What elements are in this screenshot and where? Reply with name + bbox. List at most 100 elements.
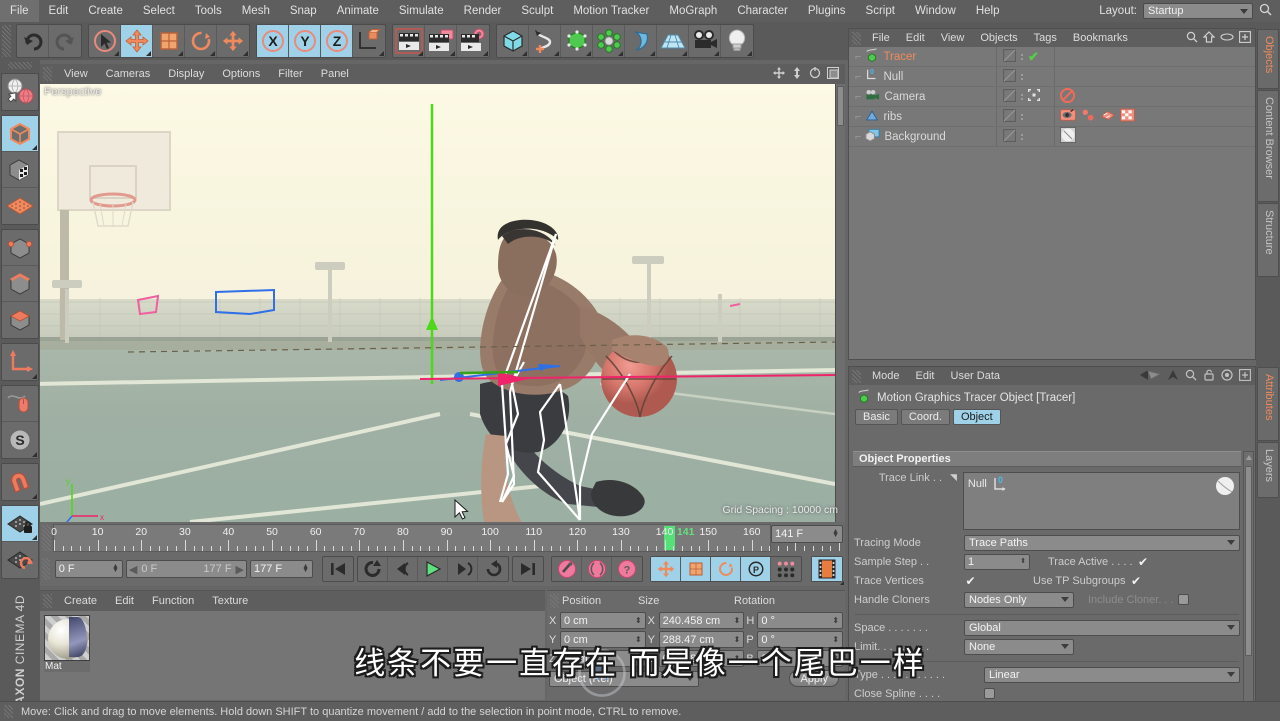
object-name-cell[interactable]: ⌐ ribs [849,107,997,126]
menu-item-help[interactable]: Help [966,0,1010,22]
world-object-axis-button[interactable] [353,25,385,57]
material-menu-texture[interactable]: Texture [203,591,257,611]
position-x-field[interactable]: 0 cm ⬍ [560,612,646,629]
move-axis-button[interactable] [217,25,249,57]
record-active-objects-button[interactable] [552,557,582,581]
spinner-icon[interactable]: ▲ ▼ [832,528,839,539]
menu-item-tools[interactable]: Tools [185,0,232,22]
lock-workplane-button[interactable] [2,506,38,542]
spinner-icon[interactable]: ⬍ [734,635,741,644]
dock-tab-objects[interactable]: Objects [1257,29,1279,89]
viewport-grip[interactable] [43,67,52,81]
transform-gizmo[interactable]: y x z [40,84,835,522]
attribute-scrollbar[interactable] [1243,451,1254,715]
material-menu-edit[interactable]: Edit [106,591,143,611]
object-row-ribs[interactable]: ⌐ ribs [849,107,1255,127]
back-icon[interactable] [1139,369,1162,384]
object-tags-cell[interactable] [1055,126,1255,146]
spinner-icon[interactable]: ⬍ [832,635,839,644]
maximize-view-icon[interactable] [827,66,839,82]
key-rotation-toggle[interactable] [711,557,741,581]
redo-button[interactable] [49,25,81,57]
workplane-button[interactable] [2,188,38,224]
drag-handle-icon[interactable]: ◥ [950,472,957,483]
range-left-arrow-icon[interactable]: ◀ [129,563,137,576]
visibility-dots-icon[interactable] [1021,73,1023,80]
visibility-toggle-icon[interactable] [1003,88,1016,105]
edges-mode-button[interactable] [2,266,38,302]
trace-link-field[interactable]: Null 0 [962,472,1240,530]
z-axis-lock-button[interactable]: Z [321,25,353,57]
display-tag-icon[interactable] [1060,108,1076,125]
step-forward-button[interactable] [448,557,478,581]
render-picture-viewer-button[interactable] [425,25,457,57]
rotate-tool-button[interactable] [185,25,217,57]
visibility-dots-icon[interactable] [1021,93,1023,100]
x-axis-lock-button[interactable]: X [257,25,289,57]
current-frame-field[interactable]: 141 F ▲ ▼ [771,525,843,543]
viewport-scrollbar[interactable] [835,84,845,522]
points-mode-button[interactable] [2,230,38,266]
menu-item-window[interactable]: Window [905,0,966,22]
y-axis-lock-button[interactable]: Y [289,25,321,57]
menu-item-select[interactable]: Select [133,0,185,22]
pan-icon[interactable] [773,66,785,82]
spinner-icon[interactable]: ▲ ▼ [302,563,309,574]
menu-item-sculpt[interactable]: Sculpt [511,0,563,22]
viewport-canvas[interactable]: Perspective y x Grid Spacing: 10000 cm [40,84,845,522]
spinner-icon[interactable]: ⬍ [734,616,741,625]
visibility-dots-icon[interactable] [1021,53,1023,60]
scale-tool-button[interactable] [153,25,185,57]
polygons-mode-button[interactable] [2,302,38,338]
menu-item-motion-tracker[interactable]: Motion Tracker [563,0,659,22]
use-tp-subgroups-checkbox[interactable]: ✔ [1130,574,1143,588]
render-view-button[interactable] [393,25,425,57]
sample-step-field[interactable]: 1 ⬍ [964,553,1030,570]
camera-fit-icon[interactable] [1028,89,1040,104]
timeline-grip[interactable] [42,525,51,551]
dock-tab-structure[interactable]: Structure [1257,203,1279,277]
timeline-controls-grip[interactable] [42,558,50,580]
size-z-field[interactable]: 000.587 cm ⬍ [658,650,745,667]
search-icon[interactable] [1259,3,1272,19]
keyframe-selection-button[interactable]: ? [612,557,642,581]
step-back-button[interactable] [388,557,418,581]
add-spline-button[interactable] [529,25,561,57]
visibility-toggle-icon[interactable] [1003,48,1016,65]
rotate-view-icon[interactable] [809,66,821,82]
spinner-icon[interactable]: ⬍ [635,635,642,644]
visibility-dots-icon[interactable] [1021,113,1023,120]
trace-vertices-checkbox[interactable]: ✔ [964,574,977,588]
go-to-start-button[interactable] [323,557,353,581]
menu-item-edit[interactable]: Edit [39,0,79,22]
preview-range-field[interactable]: ◀ 0 F 177 F ▶ [125,560,248,578]
object-menu-bookmarks[interactable]: Bookmarks [1065,29,1136,47]
tab-basic[interactable]: Basic [855,409,898,425]
tab-coord[interactable]: Coord. [900,409,950,425]
menu-item-script[interactable]: Script [856,0,905,22]
tracing-mode-dropdown[interactable]: Trace Paths [964,534,1240,551]
texture-tag-icon[interactable] [1120,108,1135,125]
material-list[interactable]: Mat [40,611,545,700]
key-pla-toggle[interactable] [771,557,801,581]
enabled-check-icon[interactable]: ✔ [1028,49,1039,65]
add-layer-icon[interactable] [1239,30,1251,46]
tab-object[interactable]: Object [952,409,1001,425]
live-selection-button[interactable] [89,25,121,57]
add-modeling-object-button[interactable] [593,25,625,57]
object-name-cell[interactable]: ⌐ Camera [849,87,997,106]
object-name-cell[interactable]: ⌐ Tracer [849,47,997,66]
add-cube-button[interactable] [497,25,529,57]
dock-tab-layers[interactable]: Layers [1257,442,1279,498]
model-mode-button[interactable] [2,116,38,152]
next-key-button[interactable] [478,557,508,581]
lock-icon[interactable] [1203,369,1215,384]
search-icon[interactable] [1186,31,1198,46]
viewport-menu-filter[interactable]: Filter [269,64,311,84]
object-menu-view[interactable]: View [933,29,973,47]
zoom-icon[interactable] [791,66,803,82]
object-name-cell[interactable]: ⌐ Background [849,127,997,146]
home-icon[interactable] [1202,30,1216,46]
attr-menu-mode[interactable]: Mode [864,367,908,385]
key-scale-toggle[interactable] [681,557,711,581]
